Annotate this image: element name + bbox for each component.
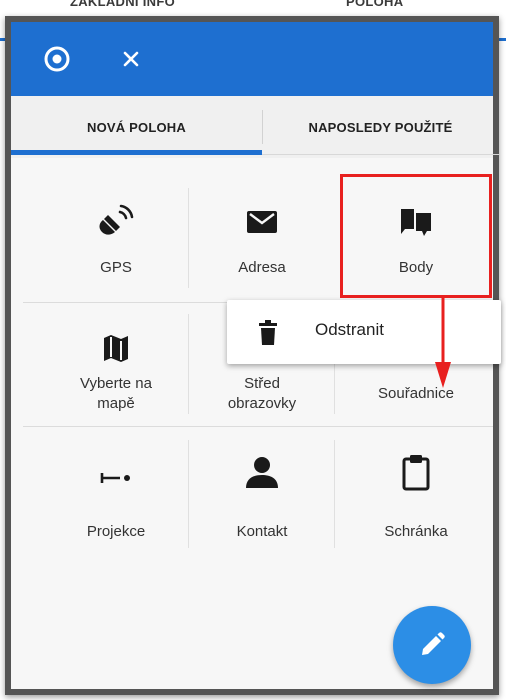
grid-item-label-line1: Střed: [244, 375, 280, 392]
trash-icon: [259, 320, 277, 345]
grid-item-select-on-map[interactable]: Vyberte na mapě: [43, 304, 189, 428]
grid-item-label-line2: mapě: [97, 395, 135, 412]
gps-icon: [99, 204, 134, 235]
grid-item-gps[interactable]: GPS: [43, 178, 189, 302]
tab-bar-bottom-border: [262, 154, 499, 155]
grid-item-label: Souřadnice: [378, 385, 454, 402]
grid-item-label-line1: Vyberte na: [80, 375, 152, 392]
grid-item-label: Schránka: [384, 523, 448, 540]
clipboard-icon: [402, 455, 430, 491]
grid-item-label: Projekce: [86, 523, 146, 540]
contact-icon: [246, 457, 278, 488]
annotation-arrow-down-icon: [435, 298, 451, 388]
annotation-highlight-box: [340, 174, 492, 298]
close-button[interactable]: [115, 43, 147, 75]
grid-item-clipboard[interactable]: Schránka: [343, 430, 489, 554]
map-icon: [104, 335, 128, 362]
grid-item-projection[interactable]: Projekce: [43, 430, 189, 554]
dialog-appbar: [11, 22, 493, 96]
background-tab-basic-info[interactable]: ZÁKLADNÍ INFO: [70, 0, 175, 9]
target-button[interactable]: [41, 43, 73, 75]
grid-item-label: GPS: [100, 259, 132, 276]
tab-bar: NOVÁ POLOHA NAPOSLEDY POUŽITÉ: [11, 96, 493, 158]
tab-new-location[interactable]: NOVÁ POLOHA: [11, 96, 262, 158]
envelope-icon: [247, 211, 277, 233]
active-tab-indicator: [11, 150, 262, 155]
grid-item-label: Kontakt: [236, 523, 288, 540]
location-picker-dialog: NOVÁ POLOHA NAPOSLEDY POUŽITÉ GPS Adresa…: [5, 16, 501, 695]
grid-item-address[interactable]: Adresa: [189, 178, 335, 302]
tab-recently-used[interactable]: NAPOSLEDY POUŽITÉ: [262, 96, 499, 158]
target-icon: [44, 46, 70, 72]
edit-fab-button[interactable]: [393, 606, 471, 684]
delete-popup-menu: Odstranit: [227, 300, 501, 364]
delete-menu-item[interactable]: Odstranit: [315, 320, 384, 340]
grid-item-contact[interactable]: Kontakt: [189, 430, 335, 554]
grid-item-label: Adresa: [238, 259, 286, 276]
grid-item-label-line2: obrazovky: [227, 395, 297, 412]
close-icon: [123, 51, 139, 67]
pencil-icon: [422, 632, 445, 655]
background-tab-location[interactable]: POLOHA: [346, 0, 403, 9]
projection-icon: [100, 473, 130, 483]
